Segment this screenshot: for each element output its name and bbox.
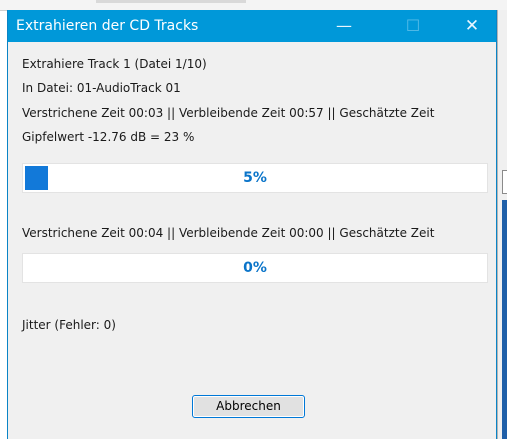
- minimize-icon[interactable]: —: [321, 10, 367, 42]
- jitter-text: Jitter (Fehler: 0): [22, 318, 116, 332]
- track-progress-percent: 5%: [243, 170, 267, 186]
- track-progress-bar: 5%: [22, 163, 488, 193]
- maximize-icon: ☐: [405, 16, 421, 35]
- background-window-panel: [497, 10, 507, 439]
- extracting-track-text: Extrahiere Track 1 (Datei 1/10): [22, 57, 207, 71]
- output-file-text: In Datei: 01-AudioTrack 01: [22, 81, 181, 95]
- peak-level-text: Gipfelwert -12.76 dB = 23 %: [22, 130, 195, 144]
- background-tab: [502, 170, 507, 194]
- cancel-button[interactable]: Abbrechen: [192, 395, 305, 418]
- dialog-title: Extrahieren der CD Tracks: [16, 18, 199, 34]
- extract-dialog: Extrahieren der CD Tracks — ☐ ✕ Extrahie…: [7, 10, 497, 439]
- title-bar[interactable]: Extrahieren der CD Tracks — ☐ ✕: [8, 10, 496, 42]
- close-icon[interactable]: ✕: [449, 10, 495, 42]
- background-menu-fragment: [96, 0, 246, 3]
- background-scrollbar: [502, 200, 507, 439]
- total-times-text: Verstrichene Zeit 00:04 || Verbleibende …: [22, 226, 435, 240]
- track-times-text: Verstrichene Zeit 00:03 || Verbleibende …: [22, 106, 435, 120]
- total-progress-percent: 0%: [243, 260, 267, 276]
- total-progress-bar: 0%: [22, 253, 488, 283]
